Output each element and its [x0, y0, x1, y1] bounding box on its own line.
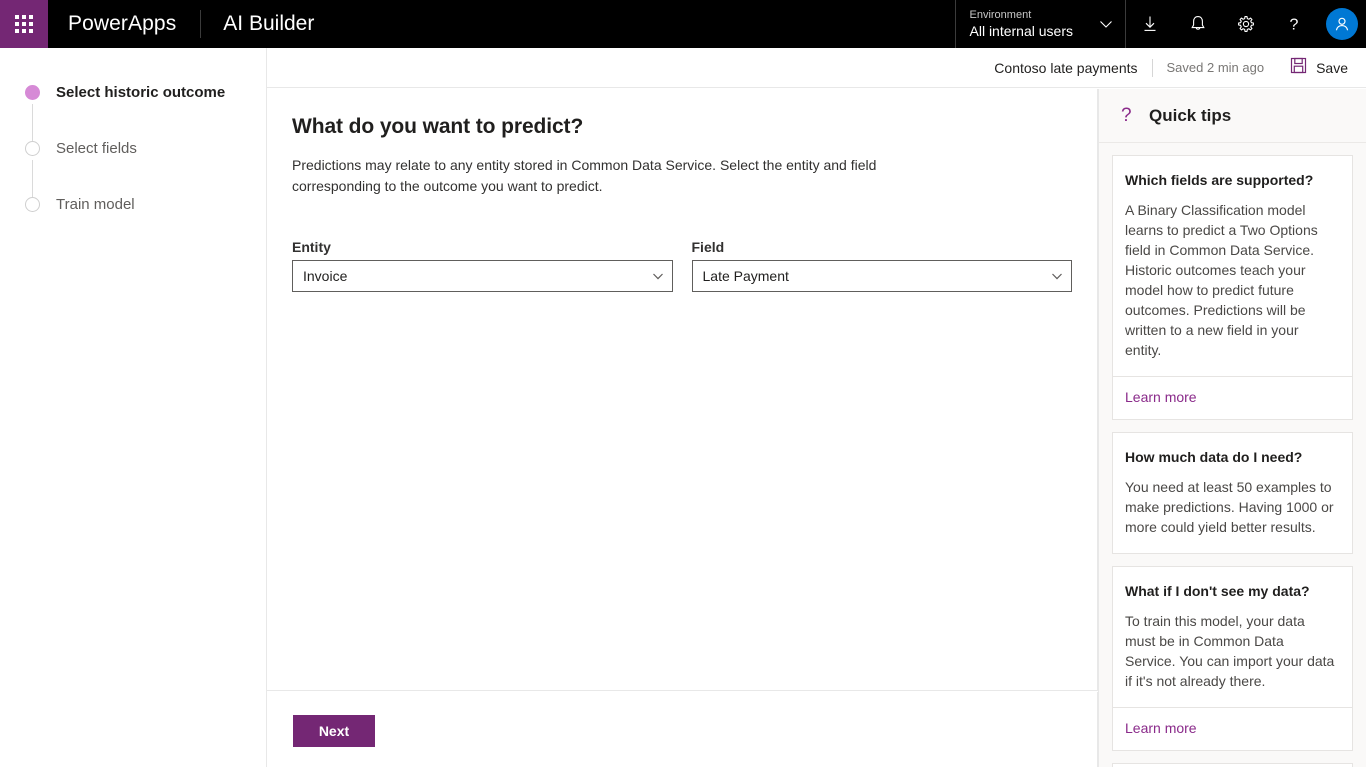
suite-actions: Environment All internal users ?: [954, 0, 1366, 48]
notifications-button[interactable]: [1174, 0, 1222, 48]
tip-card-body: Which fields are supported? A Binary Cla…: [1113, 156, 1352, 376]
tip-card-footer: Learn more: [1113, 376, 1352, 419]
tip-learn-more-link[interactable]: Learn more: [1125, 720, 1197, 736]
tip-card: What if I don't see my data? To train th…: [1112, 566, 1353, 751]
step-bullet-icon: [25, 140, 40, 156]
step-label: Train model: [56, 195, 135, 213]
field-value: Late Payment: [702, 268, 789, 284]
step-label: Select historic outcome: [56, 83, 226, 101]
wizard-footer: Next: [267, 692, 1098, 767]
page-title: What do you want to predict?: [292, 115, 584, 138]
sidebar-step-select-fields[interactable]: Select fields: [0, 136, 137, 160]
page-description: Predictions may relate to any entity sto…: [292, 157, 877, 194]
save-status: Saved 2 min ago: [1166, 60, 1265, 75]
app-launcher-waffle-button[interactable]: [0, 0, 48, 48]
suite-header-bar: PowerApps AI Builder Environment All int…: [0, 0, 1366, 48]
help-question-icon: ?: [1284, 14, 1304, 34]
entity-label: Entity: [292, 239, 331, 255]
environment-value: All internal users: [969, 23, 1074, 39]
chevron-down-icon: [1073, 17, 1113, 31]
tip-title: What if I don't see my data?: [1125, 583, 1310, 599]
tip-card: Which fields are supported? A Binary Cla…: [1112, 155, 1353, 420]
sidebar-step-select-historic-outcome[interactable]: Select historic outcome: [0, 80, 225, 104]
entity-field-group: Entity Invoice: [292, 239, 673, 292]
tip-learn-more-link[interactable]: Learn more: [1125, 389, 1197, 405]
field-field-group: Field Late Payment: [691, 239, 1072, 292]
notification-bell-icon: [1188, 14, 1208, 34]
download-button[interactable]: [1126, 0, 1174, 48]
step-bullet-icon: [25, 84, 40, 100]
help-question-icon: ?: [1121, 105, 1132, 126]
tip-title: Which fields are supported?: [1125, 172, 1314, 188]
environment-label: Environment: [969, 9, 1032, 21]
tip-card-body: How much data do I need? You need at lea…: [1113, 433, 1352, 553]
download-icon: [1140, 14, 1160, 34]
field-label: Field: [691, 239, 725, 255]
tip-card: Need help?: [1112, 763, 1353, 767]
environment-picker[interactable]: Environment All internal users: [954, 0, 1126, 48]
environment-text: Environment All internal users: [970, 8, 1074, 40]
chevron-down-icon: [1051, 270, 1063, 282]
step-label: Select fields: [56, 139, 137, 157]
command-bar: Contoso late payments Saved 2 min ago Sa…: [267, 48, 1366, 88]
save-floppy-icon: [1290, 57, 1307, 79]
tip-card-body: What if I don't see my data? To train th…: [1113, 567, 1352, 707]
next-button[interactable]: Next: [293, 715, 375, 747]
help-button[interactable]: ?: [1270, 0, 1318, 48]
main-content-inner: What do you want to predict? Predictions…: [267, 89, 1097, 292]
quick-tips-header: ? Quick tips: [1099, 89, 1366, 143]
quick-tips-panel: ? Quick tips Which fields are supported?…: [1098, 89, 1366, 767]
field-dropdown[interactable]: Late Payment: [691, 260, 1072, 292]
chevron-down-icon: [652, 270, 664, 282]
main-content-panel: What do you want to predict? Predictions…: [267, 89, 1098, 691]
tip-text: To train this model, your data must be i…: [1125, 613, 1335, 689]
svg-text:?: ?: [1290, 17, 1299, 34]
save-label: Save: [1316, 59, 1348, 76]
avatar: [1326, 8, 1358, 40]
quick-tips-list: Which fields are supported? A Binary Cla…: [1099, 143, 1366, 767]
tip-title: How much data do I need?: [1125, 449, 1303, 465]
selection-fields-row: Entity Invoice Field Late Payment: [292, 239, 1072, 292]
settings-button[interactable]: [1222, 0, 1270, 48]
tip-text: A Binary Classification model learns to …: [1125, 202, 1318, 358]
command-bar-divider: [1151, 58, 1153, 77]
app-launcher-waffle-icon: [15, 15, 33, 33]
save-button[interactable]: Save: [1286, 53, 1352, 83]
account-button[interactable]: [1318, 0, 1366, 48]
entity-value: Invoice: [303, 268, 348, 284]
tip-card-footer: Learn more: [1113, 707, 1352, 750]
quick-tips-title: Quick tips: [1149, 105, 1232, 125]
entity-dropdown[interactable]: Invoice: [292, 260, 673, 292]
brand-title[interactable]: PowerApps: [48, 10, 202, 38]
wizard-steps-rail: Select historic outcome Select fields Tr…: [0, 48, 267, 767]
step-bullet-icon: [25, 196, 40, 212]
sidebar-step-train-model[interactable]: Train model: [0, 192, 135, 216]
tip-card: How much data do I need? You need at lea…: [1112, 432, 1353, 554]
settings-gear-icon: [1236, 14, 1256, 34]
app-name-title[interactable]: AI Builder: [201, 10, 314, 38]
model-name: Contoso late payments: [994, 59, 1138, 76]
tip-text: You need at least 50 examples to make pr…: [1125, 479, 1334, 535]
